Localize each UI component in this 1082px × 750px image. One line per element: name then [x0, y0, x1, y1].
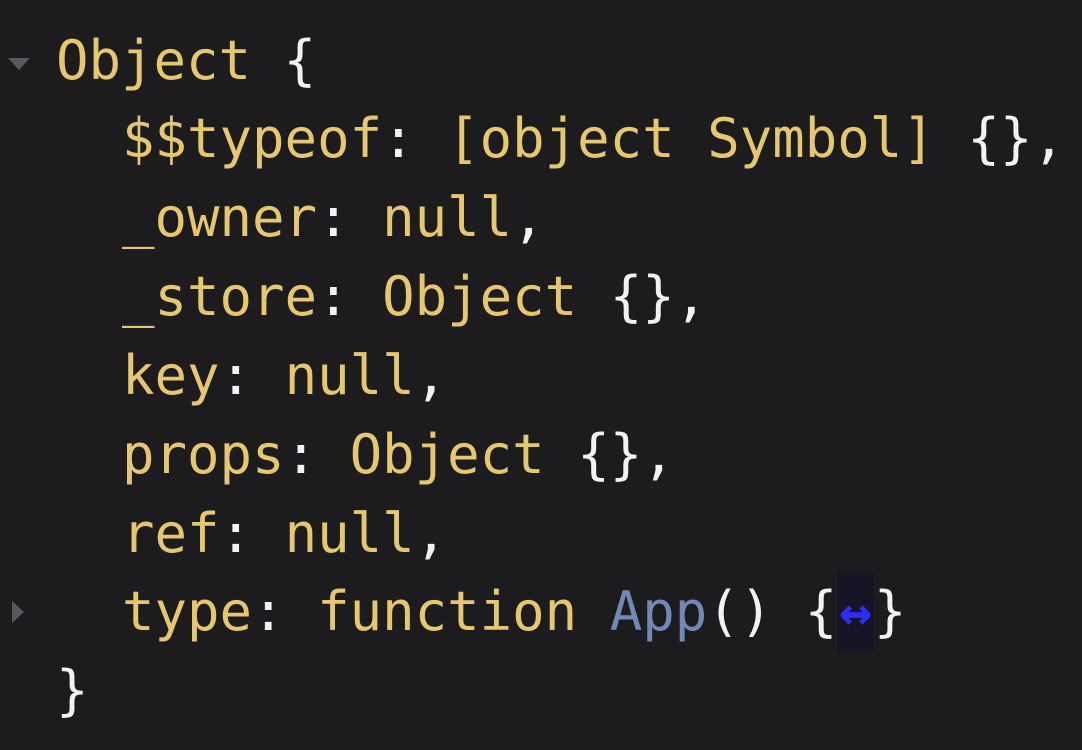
property-row-function[interactable]: type: function App() {↔}	[0, 573, 906, 651]
property-brace: {}	[609, 265, 675, 328]
property-row: _owner: null,	[0, 179, 545, 257]
property-key: _owner	[122, 186, 318, 249]
property-key: $$typeof	[122, 107, 383, 170]
property-comma: ,	[414, 502, 448, 565]
property-separator: :	[284, 423, 350, 486]
property-brace: {}	[577, 423, 643, 486]
property-row: ref: null,	[0, 495, 447, 573]
property-comma: ,	[642, 423, 675, 486]
property-key: type	[122, 580, 253, 643]
property-separator: :	[317, 186, 383, 249]
property-key: ref	[122, 502, 220, 565]
property-separator: :	[317, 265, 383, 328]
property-brace: {}	[967, 107, 1033, 170]
property-value: null	[284, 502, 415, 565]
expand-ellipsis-icon[interactable]: ↔	[837, 573, 874, 651]
function-keyword: function	[317, 580, 578, 643]
property-separator: :	[219, 502, 285, 565]
property-key: _store	[122, 265, 318, 328]
function-brace-open: {	[804, 580, 838, 643]
property-separator: :	[219, 344, 285, 407]
property-value: null	[284, 344, 415, 407]
object-close-brace: }	[56, 659, 89, 722]
object-type-label: Object	[56, 29, 252, 92]
console-object-tree: Object { $$typeof: [object Symbol] {}, _…	[0, 0, 1082, 750]
property-key: props	[122, 423, 285, 486]
property-row: $$typeof: [object Symbol] {},	[0, 100, 1065, 178]
property-value: null	[382, 186, 513, 249]
function-brace-close: }	[873, 580, 907, 643]
property-row: props: Object {},	[0, 416, 675, 494]
object-footer: }	[0, 652, 89, 730]
property-comma: ,	[414, 344, 448, 407]
object-header[interactable]: Object {	[0, 22, 316, 100]
function-name: App	[609, 580, 708, 643]
property-value: Object	[382, 265, 578, 328]
property-row: _store: Object {},	[0, 258, 707, 336]
property-value: Object	[349, 423, 545, 486]
property-key: key	[122, 344, 220, 407]
property-comma: ,	[1032, 107, 1065, 170]
property-comma: ,	[512, 186, 545, 249]
function-parens: ()	[707, 580, 773, 643]
property-comma: ,	[674, 265, 708, 328]
property-separator: :	[382, 107, 448, 170]
property-row: key: null,	[0, 337, 447, 415]
property-value: [object Symbol]	[447, 107, 935, 170]
property-separator: :	[252, 580, 318, 643]
object-open-brace: {	[283, 29, 317, 92]
